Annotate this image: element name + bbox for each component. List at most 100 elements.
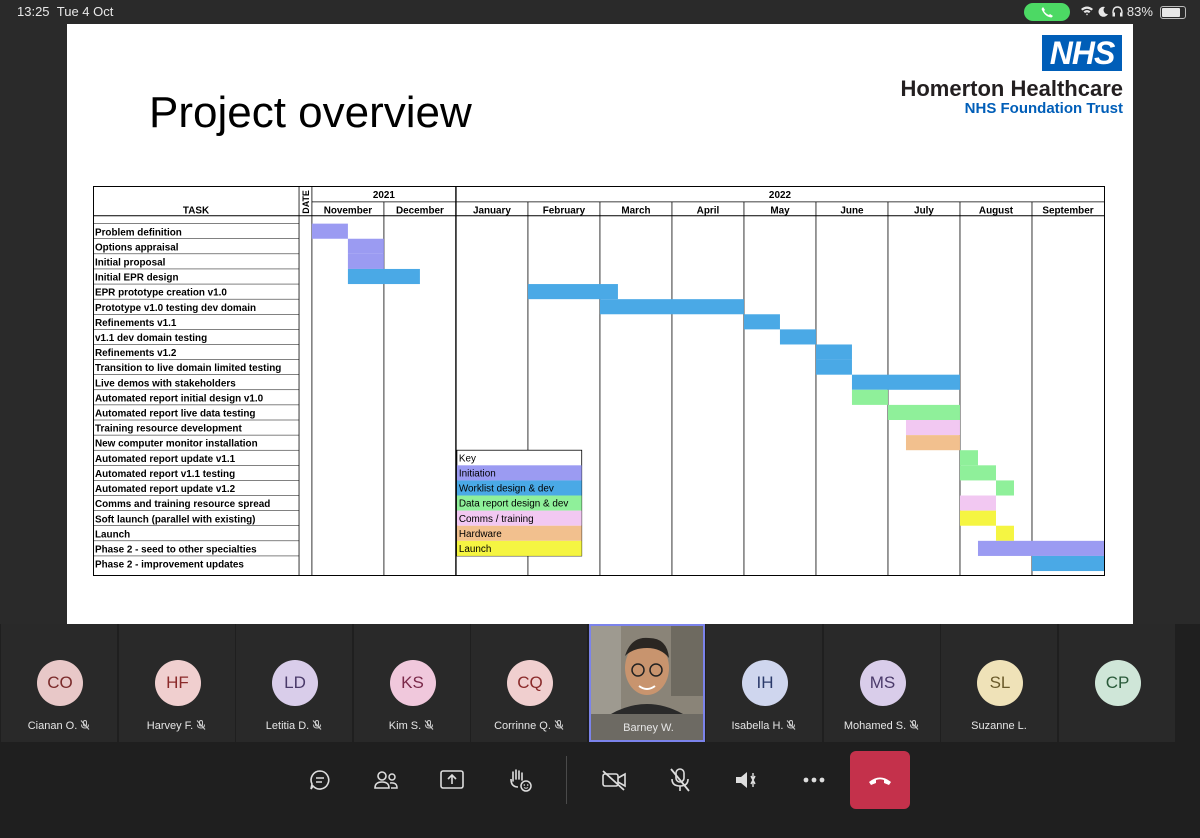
shared-slide: Project overview NHS Homerton Healthcare… <box>67 24 1133 624</box>
raise-hand-icon <box>510 769 532 792</box>
participant-tile[interactable]: HF Harvey F. <box>118 624 235 742</box>
system-indicators: 83% <box>1080 4 1153 19</box>
mic-off-icon <box>554 720 564 730</box>
participant-tile[interactable]: CO Cianan O. <box>1 624 117 742</box>
task-label: Training resource development <box>95 424 242 435</box>
participant-video <box>590 626 703 714</box>
task-label: Refinements v1.2 <box>95 348 177 359</box>
gantt-bar <box>887 404 960 420</box>
chat-button[interactable] <box>298 758 342 802</box>
gantt-bar <box>851 389 888 405</box>
audio-device-button[interactable] <box>724 758 768 802</box>
participant-name-text: Barney W. <box>623 722 674 734</box>
participant-tile[interactable]: Barney W. <box>588 624 707 742</box>
status-bar: 13:25 Tue 4 Oct 83% <box>0 0 1200 24</box>
participant-tile[interactable]: SL Suzanne L. <box>941 624 1057 742</box>
leave-call-button[interactable] <box>850 751 910 809</box>
mic-toggle-button[interactable] <box>658 758 702 802</box>
month-label: January <box>473 206 511 217</box>
gantt-bar <box>311 223 348 239</box>
participant-tile[interactable]: CQ Corrinne Q. <box>471 624 587 742</box>
task-label: v1.1 dev domain testing <box>95 333 207 344</box>
task-label: Comms and training resource spread <box>95 499 270 510</box>
avatar: KS <box>389 660 436 706</box>
participant-name: Harvey F. <box>119 720 235 732</box>
chat-icon <box>310 770 330 790</box>
task-label: Initial proposal <box>95 257 166 268</box>
gantt-bar <box>959 510 996 526</box>
gantt-bar <box>977 540 1104 556</box>
participant-name: Isabella H. <box>706 720 822 732</box>
gantt-bar <box>995 525 1014 541</box>
task-label: Prototype v1.0 testing dev domain <box>95 303 256 314</box>
task-label: Options appraisal <box>95 242 179 253</box>
avatar: MS <box>859 660 906 706</box>
key-label: Comms / training <box>459 514 534 525</box>
participant-name-text: Corrinne Q. <box>494 720 551 732</box>
task-label: Automated report initial design v1.0 <box>95 393 264 404</box>
call-controls <box>0 742 1200 838</box>
gantt-bar <box>347 253 384 269</box>
participant-tile[interactable]: IH Isabella H. <box>706 624 822 742</box>
battery-icon <box>1160 6 1186 19</box>
avatar: HF <box>154 660 201 706</box>
participant-name-text: Mohamed S. <box>843 720 907 732</box>
avatar: CP <box>1094 660 1141 706</box>
camera-off-icon <box>602 770 626 791</box>
task-label: Launch <box>95 529 130 540</box>
mic-off-icon <box>196 720 206 730</box>
task-label: Automated report v1.1 testing <box>95 469 235 480</box>
gantt-bar <box>959 450 978 466</box>
key-label: Hardware <box>459 529 502 540</box>
react-button[interactable] <box>498 758 542 802</box>
gantt-bar <box>815 344 852 360</box>
year-label: 2021 <box>373 190 396 201</box>
org-subtitle: NHS Foundation Trust <box>964 100 1123 117</box>
headphones-icon <box>1112 6 1123 17</box>
month-label: April <box>697 206 720 217</box>
participants-button[interactable] <box>364 758 408 802</box>
share-screen-button[interactable] <box>430 758 474 802</box>
key-label: Worklist design & dev <box>459 484 554 495</box>
mic-off-icon <box>670 768 690 792</box>
task-label: Soft launch (parallel with existing) <box>95 514 255 525</box>
task-label: Phase 2 - seed to other specialties <box>95 544 257 555</box>
participant-tile[interactable]: CP <box>1058 624 1175 742</box>
key-label: Launch <box>459 544 491 555</box>
gantt-bar <box>599 299 744 315</box>
share-icon <box>440 770 464 789</box>
hang-up-icon <box>869 777 891 785</box>
participant-tile[interactable]: MS Mohamed S. <box>823 624 940 742</box>
gantt-chart: November December January February March Apri… <box>89 185 1109 581</box>
mic-off-icon <box>787 720 796 730</box>
phone-icon <box>1041 7 1053 18</box>
more-options-button[interactable] <box>792 758 836 802</box>
wifi-icon <box>1081 6 1093 16</box>
participant-name: Barney W. <box>591 722 707 734</box>
month-label: August <box>979 206 1014 217</box>
gantt-svg: November December January February March Apri… <box>93 185 1105 576</box>
task-label: New computer monitor installation <box>95 439 258 450</box>
participant-tile[interactable]: KS Kim S. <box>353 624 470 742</box>
active-call-pill[interactable] <box>1024 3 1070 21</box>
participant-name-text: Harvey F. <box>146 720 194 732</box>
participant-name: Letitia D. <box>236 720 352 732</box>
gantt-bar <box>743 314 780 330</box>
gantt-bar <box>347 268 420 285</box>
task-label: Automated report live data testing <box>95 409 255 420</box>
moon-icon <box>1098 6 1108 17</box>
participant-name: Corrinne Q. <box>471 720 587 732</box>
task-label: Transition to live domain limited testin… <box>95 363 281 374</box>
month-label: February <box>543 206 586 217</box>
camera-toggle-button[interactable] <box>592 758 636 802</box>
task-label: Problem definition <box>95 227 182 238</box>
month-label: November <box>324 206 373 217</box>
status-time: 13:25 Tue 4 Oct <box>17 4 114 19</box>
task-label: Phase 2 - improvement updates <box>95 560 244 571</box>
participant-name-text: Kim S. <box>388 720 422 732</box>
participant-tile[interactable]: LD Letitia D. <box>236 624 352 742</box>
task-header: TASK <box>183 206 210 217</box>
gantt-bar <box>905 420 960 436</box>
battery-percent: 83% <box>1126 4 1153 19</box>
more-icon <box>803 777 825 783</box>
